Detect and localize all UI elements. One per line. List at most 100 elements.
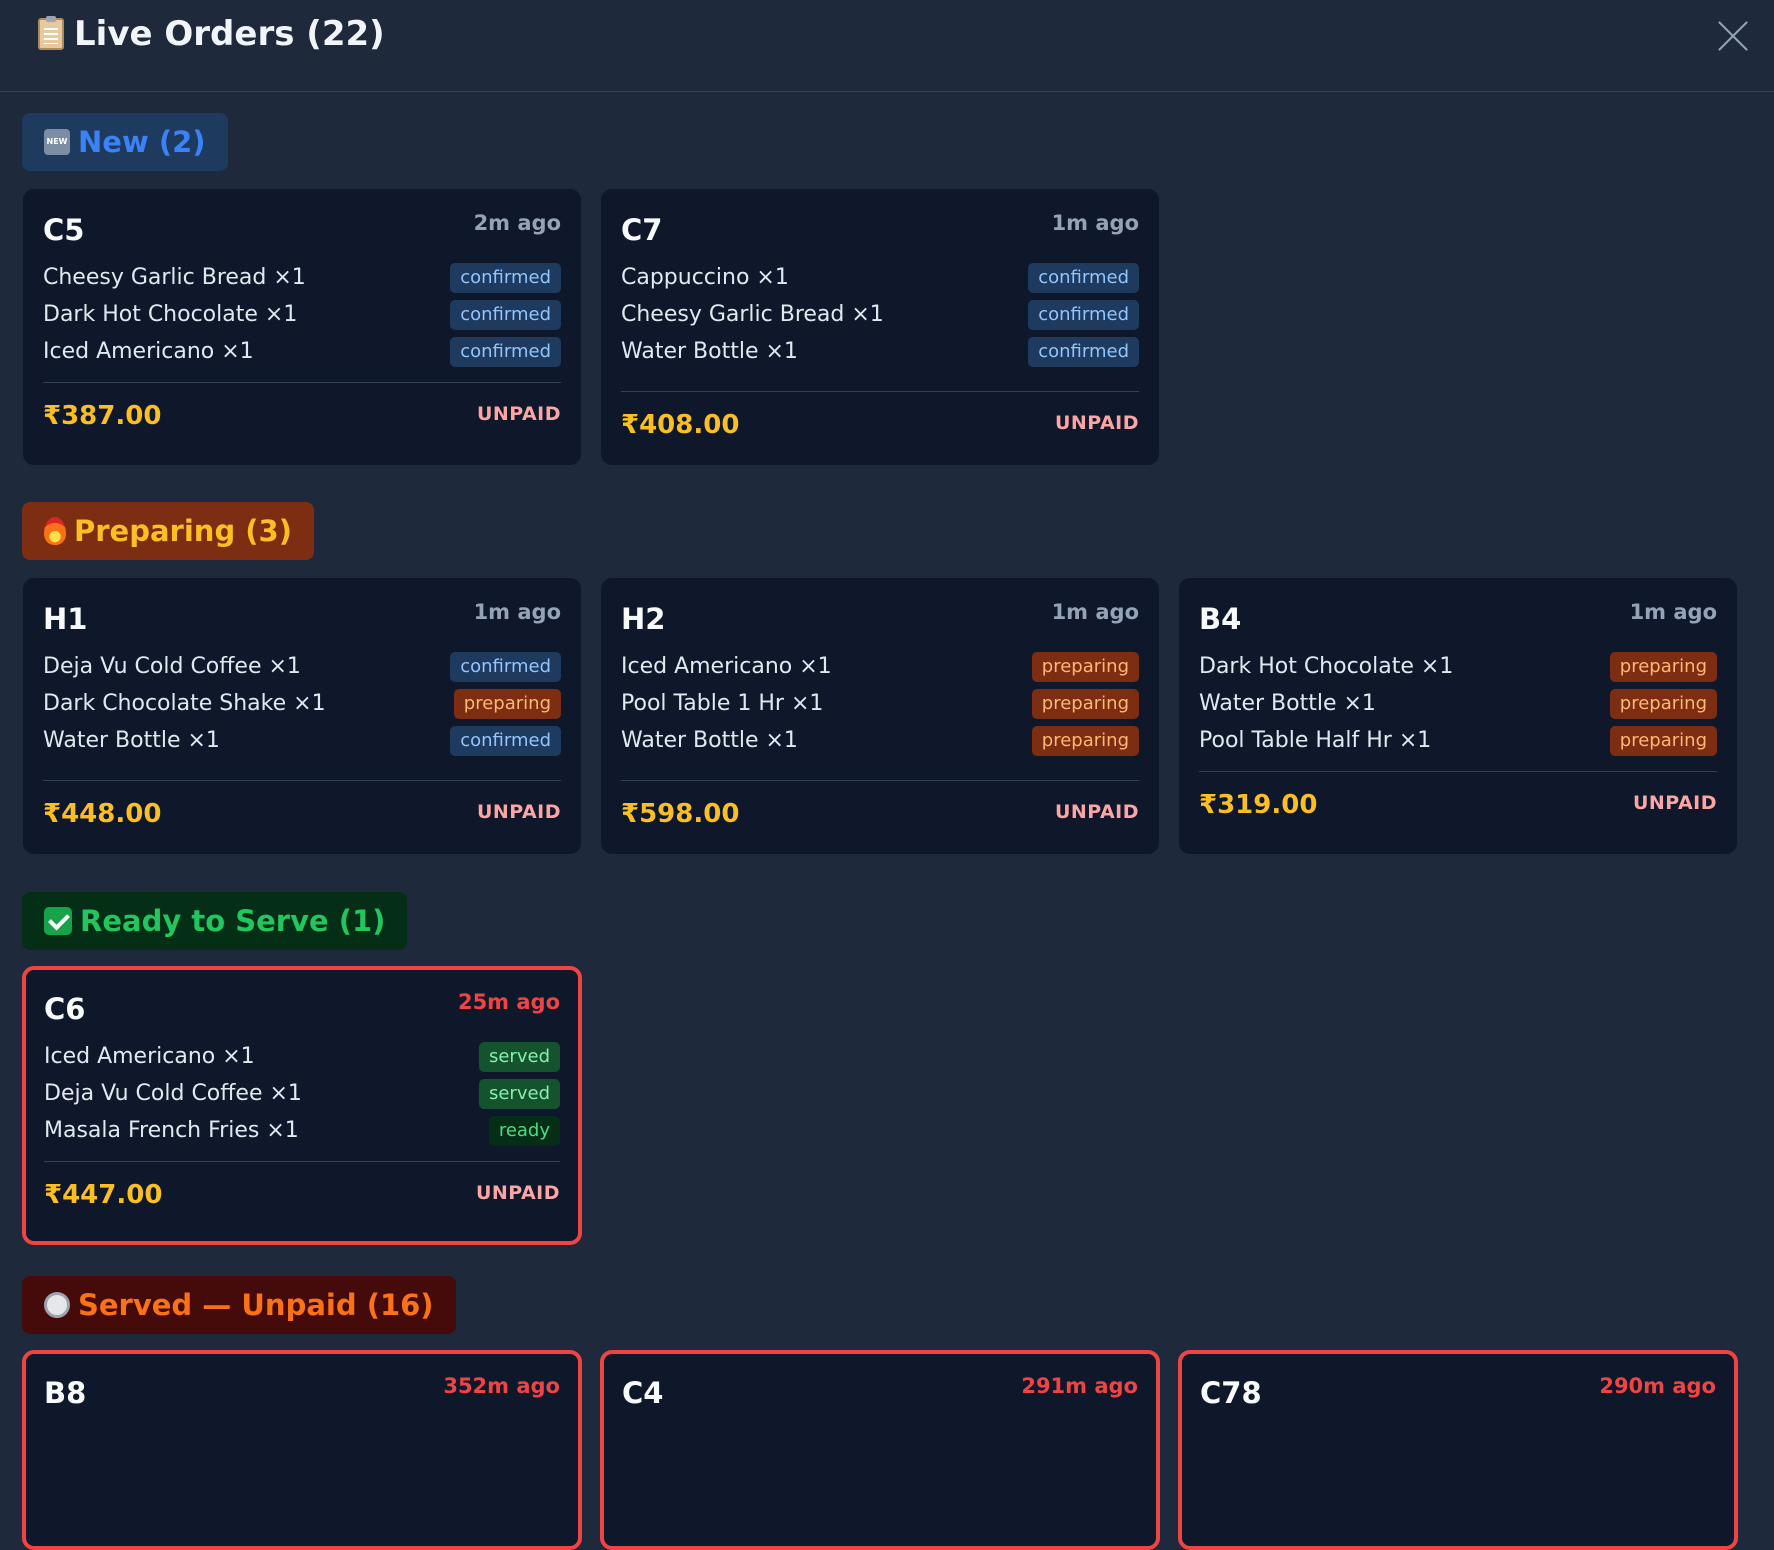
order-card-c5[interactable]: C5 2m ago Cheesy Garlic Bread ×1 confirme…	[22, 188, 582, 466]
new-orders-row: C5 2m ago Cheesy Garlic Bread ×1 confirme…	[22, 188, 1160, 466]
new-icon: NEW	[44, 129, 70, 155]
order-age: 1m ago	[473, 600, 561, 624]
item-name: Pool Table 1 Hr ×1	[621, 691, 824, 716]
section-served-label: Served — Unpaid (16)	[78, 1288, 434, 1322]
item-status-badge[interactable]: confirmed	[450, 651, 561, 682]
payment-status: UNPAID	[1632, 792, 1717, 814]
item-status-badge[interactable]: preparing	[1609, 688, 1717, 719]
item-status-badge[interactable]: confirmed	[1028, 299, 1139, 330]
order-card-c4[interactable]: C4 291m ago	[600, 1350, 1160, 1550]
item-status-badge[interactable]: confirmed	[450, 336, 561, 367]
order-age: 2m ago	[473, 211, 561, 235]
order-card-b4[interactable]: B4 1m ago Dark Hot Chocolate ×1 preparing…	[1178, 577, 1738, 855]
item-status-badge[interactable]: preparing	[1609, 725, 1717, 756]
order-items: Cappuccino ×1 confirmed Cheesy Garlic Bre…	[621, 259, 1139, 379]
order-age: 352m ago	[443, 1374, 560, 1398]
item-name: Deja Vu Cold Coffee ×1	[44, 1081, 302, 1106]
item-status-badge[interactable]: confirmed	[450, 725, 561, 756]
order-card-h1[interactable]: H1 1m ago Deja Vu Cold Coffee ×1 confirme…	[22, 577, 582, 855]
item-name: Pool Table Half Hr ×1	[1199, 728, 1432, 753]
table-id: C78	[1200, 1376, 1262, 1410]
section-served-header: Served — Unpaid (16)	[22, 1276, 456, 1334]
served-orders-row: B8 352m ago C4 291m ago C78 290m ago	[22, 1350, 1738, 1550]
divider	[621, 780, 1139, 781]
section-ready: Ready to Serve (1)	[22, 892, 408, 950]
divider	[1199, 771, 1717, 772]
order-age: 1m ago	[1629, 600, 1717, 624]
item-name: Dark Hot Chocolate ×1	[1199, 654, 1454, 679]
table-id: B4	[1199, 602, 1242, 636]
item-status-badge[interactable]: confirmed	[450, 262, 561, 293]
order-item: Iced Americano ×1 preparing	[621, 648, 1139, 685]
order-amount: ₹447.00	[44, 1180, 163, 1210]
item-name: Water Bottle ×1	[621, 728, 798, 753]
item-status-badge[interactable]: preparing	[1609, 651, 1717, 682]
order-items: Deja Vu Cold Coffee ×1 confirmed Dark Cho…	[43, 648, 561, 768]
section-new: NEW New (2)	[22, 113, 228, 171]
item-status-badge[interactable]: served	[478, 1078, 560, 1109]
order-amount: ₹319.00	[1199, 790, 1318, 820]
section-preparing: Preparing (3)	[22, 502, 314, 560]
item-status-badge[interactable]: confirmed	[450, 299, 561, 330]
close-icon[interactable]	[1716, 18, 1750, 52]
table-id: B8	[44, 1376, 87, 1410]
item-name: Cheesy Garlic Bread ×1	[621, 302, 884, 327]
order-card-c7[interactable]: C7 1m ago Cappuccino ×1 confirmed Cheesy …	[600, 188, 1160, 466]
order-item: Deja Vu Cold Coffee ×1 confirmed	[43, 648, 561, 685]
item-status-badge[interactable]: preparing	[1031, 725, 1139, 756]
order-item: Water Bottle ×1 preparing	[621, 722, 1139, 759]
item-name: Dark Chocolate Shake ×1	[43, 691, 326, 716]
modal-title: Live Orders (22)	[38, 14, 385, 54]
order-item: Water Bottle ×1 confirmed	[43, 722, 561, 759]
section-ready-header: Ready to Serve (1)	[22, 892, 408, 950]
divider	[621, 391, 1139, 392]
order-item: Pool Table Half Hr ×1 preparing	[1199, 722, 1717, 759]
ready-orders-row: C6 25m ago Iced Americano ×1 served Deja …	[22, 966, 582, 1245]
table-id: C6	[44, 992, 86, 1026]
order-age: 290m ago	[1599, 1374, 1716, 1398]
item-status-badge[interactable]: preparing	[1031, 688, 1139, 719]
order-age: 25m ago	[457, 990, 560, 1014]
order-items: Cheesy Garlic Bread ×1 confirmed Dark Hot…	[43, 259, 561, 370]
payment-status: UNPAID	[1054, 801, 1139, 823]
order-age: 1m ago	[1051, 600, 1139, 624]
section-preparing-header: Preparing (3)	[22, 502, 314, 560]
checkmark-icon	[44, 907, 72, 935]
divider	[44, 1161, 560, 1162]
order-item: Pool Table 1 Hr ×1 preparing	[621, 685, 1139, 722]
payment-status: UNPAID	[476, 403, 561, 425]
order-items: Iced Americano ×1 served Deja Vu Cold Cof…	[44, 1038, 560, 1149]
order-card-c6[interactable]: C6 25m ago Iced Americano ×1 served Deja …	[22, 966, 582, 1245]
preparing-orders-row: H1 1m ago Deja Vu Cold Coffee ×1 confirme…	[22, 577, 1738, 855]
item-status-badge[interactable]: served	[478, 1041, 560, 1072]
order-item: Deja Vu Cold Coffee ×1 served	[44, 1075, 560, 1112]
table-id: C7	[621, 213, 663, 247]
order-card-h2[interactable]: H2 1m ago Iced Americano ×1 preparing Poo…	[600, 577, 1160, 855]
item-status-badge[interactable]: confirmed	[1028, 336, 1139, 367]
item-status-badge[interactable]: preparing	[1031, 651, 1139, 682]
order-item: Water Bottle ×1 preparing	[1199, 685, 1717, 722]
order-card-c78[interactable]: C78 290m ago	[1178, 1350, 1738, 1550]
order-card-b8[interactable]: B8 352m ago	[22, 1350, 582, 1550]
item-status-badge[interactable]: confirmed	[1028, 262, 1139, 293]
order-item: Water Bottle ×1 confirmed	[621, 333, 1139, 370]
item-status-badge[interactable]: ready	[488, 1115, 560, 1146]
section-served: Served — Unpaid (16)	[22, 1276, 456, 1334]
order-amount: ₹408.00	[621, 410, 740, 440]
plate-icon	[44, 1292, 70, 1318]
item-name: Water Bottle ×1	[621, 339, 798, 364]
order-item: Iced Americano ×1 served	[44, 1038, 560, 1075]
order-age: 1m ago	[1051, 211, 1139, 235]
item-status-badge[interactable]: preparing	[453, 688, 561, 719]
order-amount: ₹448.00	[43, 799, 162, 829]
item-name: Iced Americano ×1	[44, 1044, 255, 1069]
payment-status: UNPAID	[1054, 412, 1139, 434]
order-items: Dark Hot Chocolate ×1 preparing Water Bot…	[1199, 648, 1717, 759]
payment-status: UNPAID	[476, 801, 561, 823]
section-ready-label: Ready to Serve (1)	[80, 904, 386, 938]
modal-title-text: Live Orders (22)	[74, 14, 385, 54]
item-name: Water Bottle ×1	[43, 728, 220, 753]
item-name: Masala French Fries ×1	[44, 1118, 299, 1143]
section-preparing-label: Preparing (3)	[74, 514, 292, 548]
order-age: 291m ago	[1021, 1374, 1138, 1398]
